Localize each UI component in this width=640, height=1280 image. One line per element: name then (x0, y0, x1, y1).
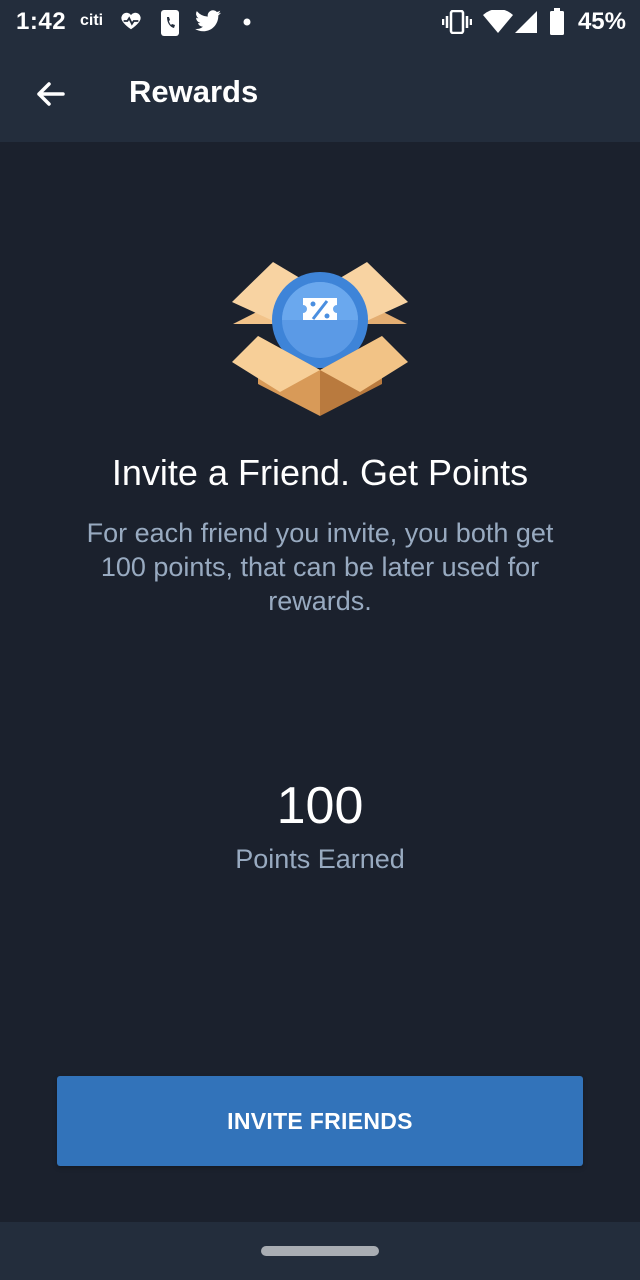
home-indicator[interactable] (261, 1246, 379, 1256)
dot-icon (243, 18, 251, 26)
status-time: 1:42 (16, 8, 67, 35)
signal-icon (515, 11, 537, 33)
app-bar: Rewards (0, 46, 640, 142)
page-title: Rewards (129, 74, 259, 109)
status-bar: 1:42 citi 45% (0, 0, 640, 46)
phone-icon (161, 10, 179, 36)
vibrate-icon (442, 10, 472, 34)
battery-percent: 45% (577, 8, 626, 35)
heart-rate-icon (121, 12, 141, 30)
gift-box-coupon-icon (232, 262, 408, 416)
twitter-icon (195, 10, 221, 32)
points-label: Points Earned (235, 844, 405, 874)
invite-friends-button[interactable]: INVITE FRIENDS (57, 1076, 583, 1166)
rewards-content: Invite a Friend. Get Points For each fri… (0, 142, 640, 1222)
citi-icon: citi (80, 12, 104, 29)
promo-headline: Invite a Friend. Get Points (111, 452, 529, 493)
navigation-bar (0, 1222, 640, 1280)
arrow-left-icon (37, 82, 65, 106)
promo-description: For each friend you invite, you both get… (86, 518, 554, 616)
points-value: 100 (276, 777, 364, 835)
back-button[interactable] (22, 66, 78, 122)
wifi-icon (483, 10, 513, 33)
battery-icon (550, 8, 564, 35)
